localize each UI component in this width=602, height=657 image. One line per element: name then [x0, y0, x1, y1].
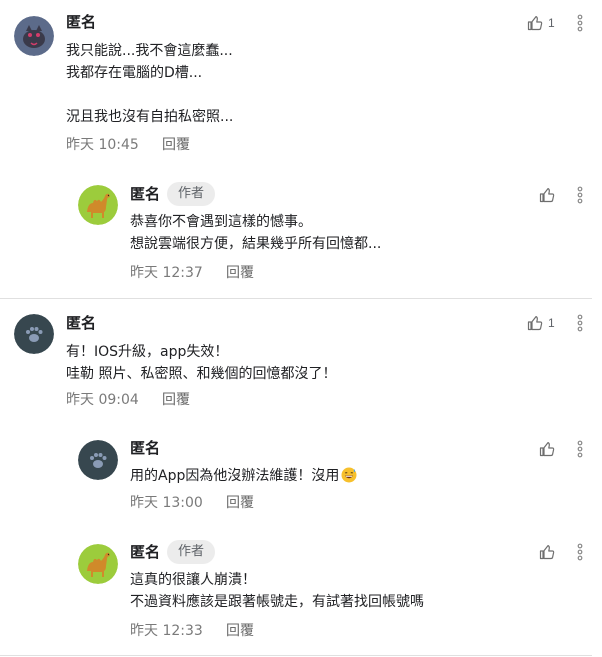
thread-divider [0, 655, 592, 656]
comment-text: 想說雲端很方便，結果幾乎所有回憶都... [130, 236, 382, 252]
avatar[interactable] [14, 314, 54, 354]
more-options-button[interactable] [575, 13, 585, 33]
reply-button[interactable]: 回覆 [162, 135, 190, 155]
thumbs-up-icon [539, 545, 555, 560]
author-name[interactable]: 匿名 [66, 12, 96, 32]
comment-text: 況且我也沒有自拍私密照... [66, 109, 234, 125]
paw-avatar-icon [78, 440, 118, 480]
author-name[interactable]: 匿名 [130, 184, 160, 204]
like-button[interactable]: 1 [527, 13, 555, 33]
author-name[interactable]: 匿名 [130, 542, 160, 562]
comment-time: 昨天 12:33 [130, 623, 203, 639]
like-count: 1 [548, 316, 555, 330]
author-name[interactable]: 匿名 [130, 438, 160, 458]
more-options-button[interactable] [575, 185, 585, 205]
comment-time: 昨天 13:00 [130, 495, 203, 511]
grinning-sweat-emoji-icon [341, 467, 357, 483]
more-options-button[interactable] [575, 542, 585, 562]
comment-text: 恭喜你不會遇到這樣的憾事。 [130, 214, 312, 230]
avatar[interactable] [14, 16, 54, 56]
comment-text: 用的App因為他沒辦法維護！沒用 [130, 465, 357, 487]
comment-text: 哇勒 照片、私密照、和幾個的回憶都沒了！ [66, 366, 337, 382]
comment-text: 我都存在電腦的D槽... [66, 65, 203, 81]
thread-divider [0, 298, 592, 299]
more-vertical-icon [577, 543, 583, 561]
reply-button[interactable]: 回覆 [226, 621, 254, 641]
comment-text: 有！IOS升級，app失效！ [66, 344, 229, 360]
avatar[interactable] [78, 440, 118, 480]
paw-avatar-icon [14, 314, 54, 354]
author-badge: 作者 [167, 182, 216, 206]
comment-time: 昨天 10:45 [66, 137, 139, 153]
comment-time: 昨天 12:37 [130, 265, 203, 281]
like-button[interactable] [539, 439, 555, 459]
more-vertical-icon [577, 14, 583, 32]
like-button[interactable] [539, 185, 555, 205]
thumbs-up-icon [527, 16, 543, 31]
thumbs-up-icon [527, 316, 543, 331]
comment-text-content: 用的App因為他沒辦法維護！沒用 [130, 468, 340, 484]
more-vertical-icon [577, 440, 583, 458]
comment-text: 我只能說...我不會這麼蠢... [66, 43, 233, 59]
camel-avatar-icon [78, 185, 118, 225]
comment-text: 這真的很讓人崩潰！ [130, 572, 256, 588]
reply-button[interactable]: 回覆 [226, 263, 254, 283]
cat-avatar-icon [14, 16, 54, 56]
comment-text: 不過資料應該是跟著帳號走，有試著找回帳號嗎 [130, 594, 424, 610]
comment-time: 昨天 09:04 [66, 392, 139, 408]
more-options-button[interactable] [575, 439, 585, 459]
reply-button[interactable]: 回覆 [162, 390, 190, 410]
more-vertical-icon [577, 186, 583, 204]
like-button[interactable]: 1 [527, 313, 555, 333]
thumbs-up-icon [539, 442, 555, 457]
author-badge: 作者 [167, 540, 216, 564]
thumbs-up-icon [539, 188, 555, 203]
more-options-button[interactable] [575, 313, 585, 333]
avatar[interactable] [78, 544, 118, 584]
author-name[interactable]: 匿名 [66, 313, 96, 333]
camel-avatar-icon [78, 544, 118, 584]
more-vertical-icon [577, 314, 583, 332]
avatar[interactable] [78, 185, 118, 225]
like-button[interactable] [539, 542, 555, 562]
reply-button[interactable]: 回覆 [226, 493, 254, 513]
like-count: 1 [548, 16, 555, 30]
